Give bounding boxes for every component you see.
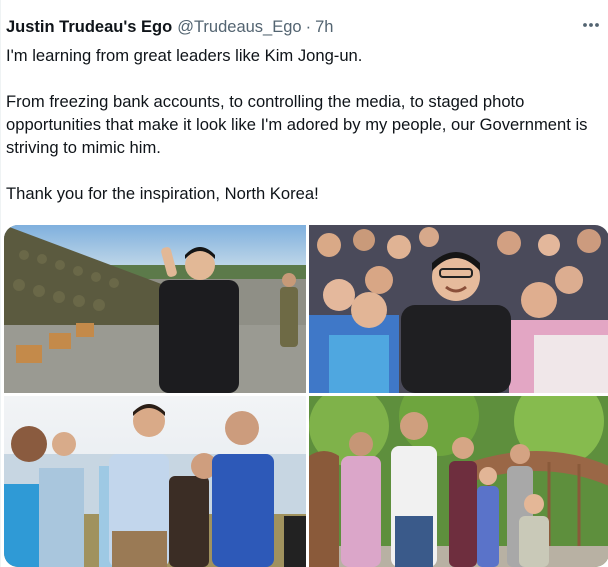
author-handle[interactable]: @Trudeaus_Ego [177,18,301,37]
author-display-name[interactable]: Justin Trudeau's Ego [6,18,172,37]
photo-3[interactable] [4,396,306,567]
tweet-text: I'm learning from great leaders like Kim… [6,44,598,205]
tweet[interactable]: Justin Trudeau's Ego @Trudeaus_Ego · 7h … [0,0,608,567]
photo-2[interactable] [309,225,608,393]
tweet-timestamp[interactable]: 7h [315,18,333,37]
photo-icon [309,396,608,567]
tweet-paragraph: I'm learning from great leaders like Kim… [6,46,363,65]
photo-icon [309,225,608,393]
tweet-paragraph: Thank you for the inspiration, North Kor… [6,184,319,203]
tweet-header: Justin Trudeau's Ego @Trudeaus_Ego · 7h [6,16,333,38]
more-options-button[interactable] [580,17,602,33]
photo-4[interactable] [309,396,608,567]
header-separator: · [305,17,312,36]
photo-1[interactable] [4,225,306,393]
more-dots-icon [583,23,599,27]
photo-icon [4,225,306,393]
photo-icon [4,396,306,567]
tweet-paragraph: From freezing bank accounts, to controll… [6,92,588,157]
media-grid [4,225,608,567]
